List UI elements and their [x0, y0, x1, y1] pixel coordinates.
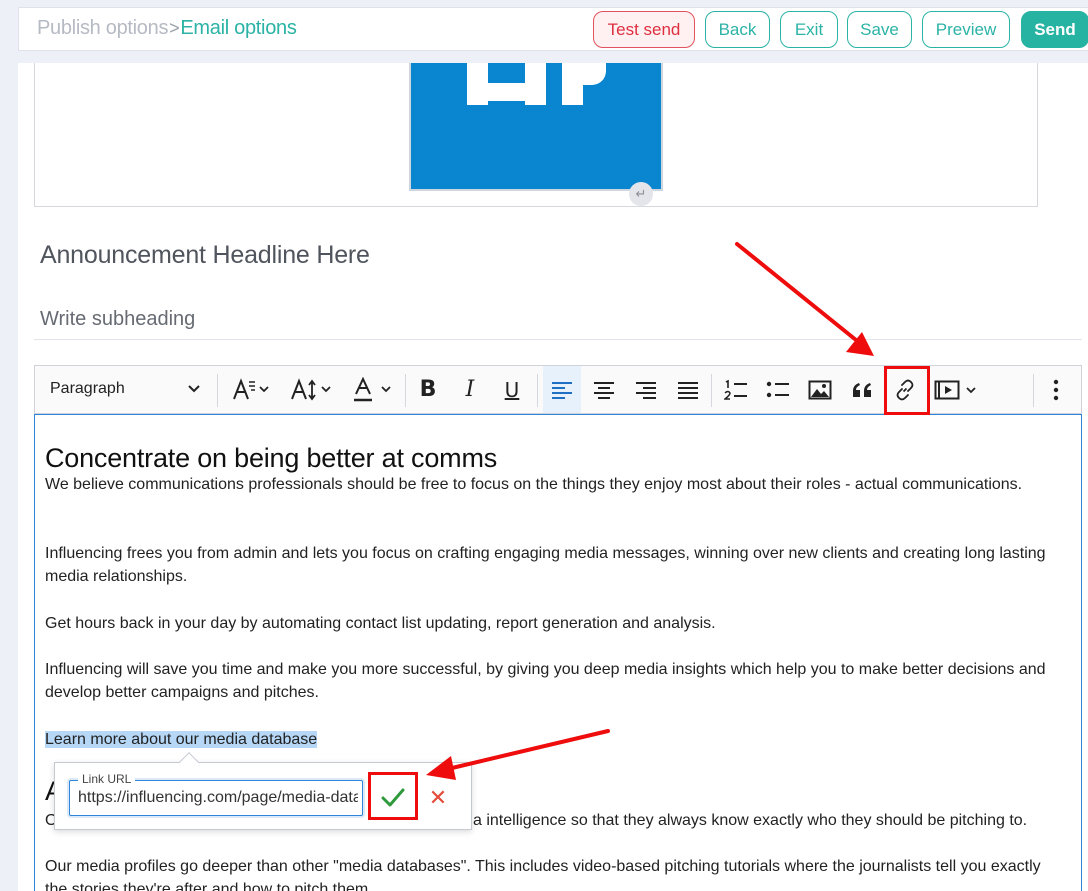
bulleted-list-button[interactable] — [759, 366, 797, 413]
editor-paragraph: Our media profiles go deeper than other … — [45, 858, 1041, 891]
toolbar-separator — [1033, 374, 1034, 407]
subheading-field[interactable]: Write subheading — [40, 308, 195, 331]
bulleted-list-icon — [766, 381, 789, 397]
back-button[interactable]: Back — [705, 11, 770, 48]
preview-button[interactable]: Preview — [922, 11, 1010, 48]
align-center-icon — [594, 381, 614, 399]
justify-icon — [678, 381, 698, 399]
underline-button[interactable]: U — [495, 366, 529, 413]
blockquote-icon — [853, 382, 871, 397]
chevron-down-icon — [188, 385, 200, 393]
announcement-headline[interactable]: Announcement Headline Here — [40, 241, 370, 270]
logo-letter-p-bowl — [562, 63, 606, 85]
toolbar-separator — [217, 374, 218, 407]
align-left-button[interactable] — [543, 366, 581, 413]
editor-paragraph: Influencing frees you from admin and let… — [45, 545, 1046, 585]
font-size-dropdown[interactable] — [223, 366, 279, 413]
breadcrumb-publish-options[interactable]: Publish options — [37, 17, 168, 39]
save-button[interactable]: Save — [847, 11, 912, 48]
italic-icon: I — [465, 376, 475, 402]
breadcrumb: Publish options>Email options — [37, 17, 297, 40]
editor-paragraph: We believe communications professionals … — [45, 476, 1023, 493]
font-size-icon — [233, 377, 269, 399]
selected-link-text: Learn more about our media database — [45, 728, 318, 751]
hp-logo-image[interactable] — [409, 63, 663, 191]
link-button-highlight — [884, 366, 930, 415]
text-selection: Learn more about our media database — [45, 731, 318, 748]
bold-icon: B — [419, 376, 437, 402]
link-url-field: Link URL — [69, 772, 363, 816]
align-center-button[interactable] — [585, 366, 623, 413]
cancel-link-button[interactable]: ✕ — [423, 780, 453, 816]
font-color-dropdown[interactable] — [347, 366, 401, 413]
align-right-icon — [636, 381, 656, 399]
editor-paragraph: Influencing will save you time and make … — [45, 661, 1046, 701]
toolbar-separator — [405, 374, 406, 407]
more-options-button[interactable] — [1039, 366, 1073, 413]
editor-heading: Concentrate on being better at comms — [45, 443, 498, 473]
test-send-button[interactable]: Test send — [593, 11, 695, 48]
italic-button[interactable]: I — [453, 366, 487, 413]
subheading-divider — [34, 339, 1082, 340]
paragraph-style-dropdown[interactable]: Paragraph — [35, 366, 215, 413]
return-arrow-icon[interactable]: ↵ — [629, 182, 653, 206]
insert-image-button[interactable] — [801, 366, 839, 413]
numbered-list-icon — [724, 379, 747, 400]
close-icon: ✕ — [428, 785, 448, 810]
toolbar-separator — [537, 374, 538, 407]
line-height-icon — [291, 377, 331, 400]
line-height-dropdown[interactable] — [283, 366, 341, 413]
top-bar: Publish options>Email options Test send … — [18, 7, 1088, 51]
insert-image-icon — [808, 380, 832, 399]
editor-partial-text-right: a intelligence so that they always know … — [473, 812, 1028, 829]
send-button[interactable]: Send — [1021, 11, 1088, 48]
align-left-icon — [552, 381, 572, 399]
exit-button[interactable]: Exit — [780, 11, 838, 48]
media-embed-dropdown[interactable] — [929, 366, 985, 413]
underline-icon: U — [504, 377, 520, 402]
numbered-list-button[interactable] — [717, 366, 755, 413]
logo-letter-h-bar — [467, 83, 546, 101]
bold-button[interactable]: B — [411, 366, 445, 413]
blockquote-button[interactable] — [843, 366, 881, 413]
email-header-block[interactable]: ↵ — [34, 63, 1038, 207]
breadcrumb-email-options: Email options — [180, 17, 297, 39]
toolbar-separator — [711, 374, 712, 407]
font-color-icon — [354, 376, 391, 401]
justify-button[interactable] — [669, 366, 707, 413]
editor-paragraph: Get hours back in your day by automating… — [45, 615, 716, 632]
link-url-input[interactable] — [78, 781, 358, 815]
align-right-button[interactable] — [627, 366, 665, 413]
paragraph-style-label: Paragraph — [50, 380, 125, 397]
media-embed-icon — [934, 380, 976, 399]
breadcrumb-separator: > — [169, 18, 180, 38]
save-link-highlight — [368, 772, 418, 820]
more-icon — [1053, 379, 1059, 400]
